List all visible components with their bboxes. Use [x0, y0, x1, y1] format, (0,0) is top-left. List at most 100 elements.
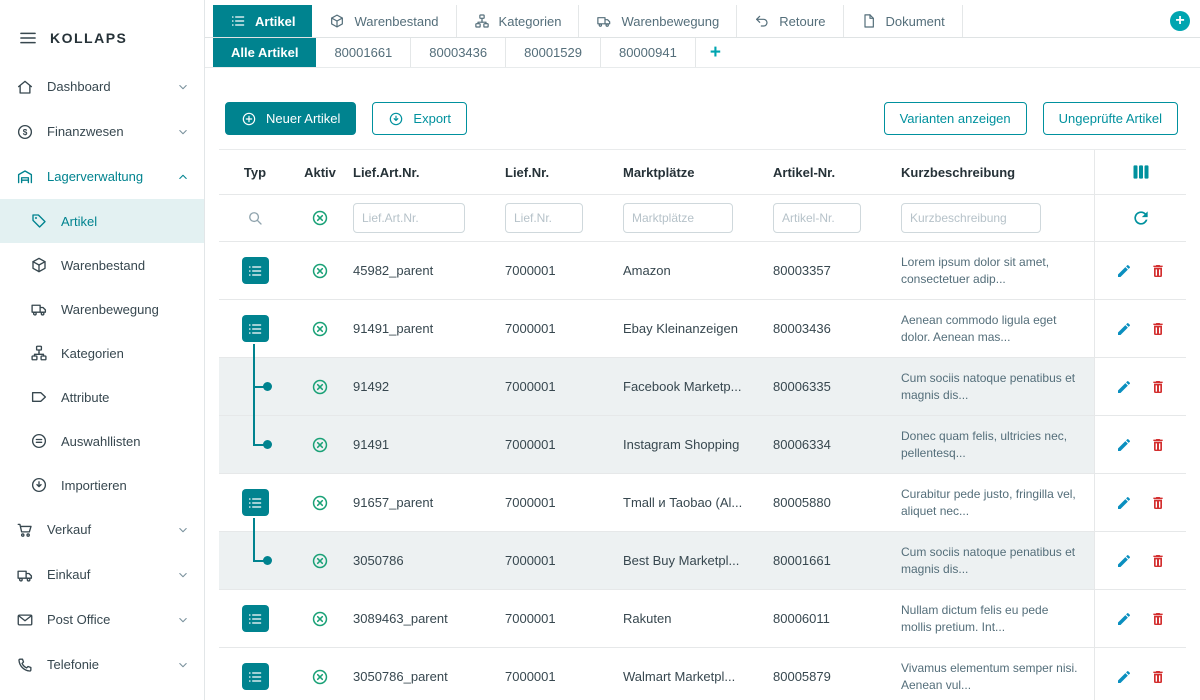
article-type-icon[interactable] [242, 315, 269, 342]
subtab-article[interactable]: 80003436 [411, 38, 506, 67]
sidebar-item-label: Dashboard [47, 79, 111, 94]
kurzbeschreibung-cell: Lorem ipsum dolor sit amet, consectetuer… [897, 246, 1094, 296]
delete-icon[interactable] [1150, 495, 1166, 511]
tab-warenbewegung[interactable]: Warenbewegung [579, 5, 737, 37]
new-article-button[interactable]: Neuer Artikel [225, 102, 356, 135]
export-button[interactable]: Export [372, 102, 467, 135]
sidebar-item-lagerverwaltung[interactable]: Lagerverwaltung [0, 154, 204, 199]
kurzbeschreibung-cell: Curabitur pede justo, fringilla vel, ali… [897, 478, 1094, 528]
marktplatz-cell: Instagram Shopping [619, 437, 769, 452]
filter-artikel-nr-input[interactable] [773, 203, 861, 233]
edit-icon[interactable] [1116, 321, 1132, 337]
sidebar-item-post-office[interactable]: Post Office [0, 597, 204, 642]
sidebar-item-label: Einkauf [47, 567, 90, 582]
sidebar-item-importieren[interactable]: Importieren [0, 463, 204, 507]
sidebar-item-warenbewegung[interactable]: Warenbewegung [0, 287, 204, 331]
tab-artikel[interactable]: Artikel [213, 5, 312, 37]
edit-icon[interactable] [1116, 611, 1132, 627]
header-marktplaetze: Marktplätze [619, 165, 769, 180]
refresh-icon[interactable] [1131, 208, 1151, 228]
sidebar-item-telefonie[interactable]: Telefonie [0, 642, 204, 687]
tree-connector [253, 415, 255, 445]
sidebar-item-label: Warenbestand [61, 258, 145, 273]
add-subtab-icon[interactable]: + [696, 38, 735, 67]
table-row[interactable]: 91492 7000001 Facebook Marketp... 800063… [219, 358, 1186, 416]
table-row[interactable]: 3089463_parent 7000001 Rakuten 80006011 … [219, 590, 1186, 648]
artikel-nr-cell: 80006335 [769, 379, 897, 394]
tab-kategorien[interactable]: Kategorien [457, 5, 580, 37]
sidebar-item-finanzwesen[interactable]: Finanzwesen [0, 109, 204, 154]
filter-kurzbeschreibung-input[interactable] [901, 203, 1041, 233]
subtab-article[interactable]: 80001529 [506, 38, 601, 67]
chevron-down-icon [176, 613, 190, 627]
article-type-icon[interactable] [242, 257, 269, 284]
edit-icon[interactable] [1116, 379, 1132, 395]
sidebar-item-warenbestand[interactable]: Warenbestand [0, 243, 204, 287]
export-icon [388, 111, 404, 127]
search-icon[interactable] [246, 209, 264, 227]
tab-dokument[interactable]: Dokument [844, 5, 963, 37]
subtab-alle-artikel[interactable]: Alle Artikel [213, 38, 316, 67]
lief-art-nr-cell: 3089463_parent [349, 611, 501, 626]
subtab-article[interactable]: 80000941 [601, 38, 696, 67]
toolbar-right: Varianten anzeigen Ungeprüfte Artikel [884, 102, 1178, 135]
active-filter-icon[interactable] [311, 209, 329, 227]
list-circle-icon [30, 432, 48, 450]
sidebar-item-attribute[interactable]: Attribute [0, 375, 204, 419]
app-window: KOLLAPS Dashboard Finanzwesen Lagerverwa… [0, 0, 1200, 700]
tab-warenbestand[interactable]: Warenbestand [312, 5, 456, 37]
sidebar-item-kategorien[interactable]: Kategorien [0, 331, 204, 375]
subtab-article[interactable]: 80001661 [316, 38, 411, 67]
table-row[interactable]: 45982_parent 7000001 Amazon 80003357 Lor… [219, 242, 1186, 300]
edit-icon[interactable] [1116, 553, 1132, 569]
marktplatz-cell: Rakuten [619, 611, 769, 626]
menu-icon[interactable] [18, 28, 38, 48]
delete-icon[interactable] [1150, 611, 1166, 627]
table-row[interactable]: 91491 7000001 Instagram Shopping 8000633… [219, 416, 1186, 474]
delete-icon[interactable] [1150, 437, 1166, 453]
show-variants-button[interactable]: Varianten anzeigen [884, 102, 1027, 135]
delete-icon[interactable] [1150, 553, 1166, 569]
tab-retoure[interactable]: Retoure [737, 5, 843, 37]
table-row[interactable]: 91657_parent 7000001 Tmall и Taobao (Al.… [219, 474, 1186, 532]
phone-icon [16, 656, 34, 674]
edit-icon[interactable] [1116, 495, 1132, 511]
active-status-icon [311, 436, 329, 454]
unverified-articles-button[interactable]: Ungeprüfte Artikel [1043, 102, 1178, 135]
sidebar-item-auswahllisten[interactable]: Auswahllisten [0, 419, 204, 463]
article-tab-bar: Alle Artikel 80001661 80003436 80001529 … [205, 38, 1200, 68]
filter-lief-art-nr-input[interactable] [353, 203, 465, 233]
artikel-nr-cell: 80001661 [769, 553, 897, 568]
edit-icon[interactable] [1116, 669, 1132, 685]
add-tab-icon[interactable]: + [1170, 11, 1190, 31]
filter-lief-nr-input[interactable] [505, 203, 583, 233]
filter-marktplaetze-input[interactable] [623, 203, 733, 233]
article-type-icon[interactable] [242, 663, 269, 690]
columns-icon[interactable] [1131, 162, 1151, 182]
tab-label: Warenbestand [354, 14, 438, 29]
sidebar-item-verkauf[interactable]: Verkauf [0, 507, 204, 552]
lief-nr-cell: 7000001 [501, 495, 619, 510]
sidebar-item-label: Finanzwesen [47, 124, 124, 139]
tree-connector [253, 531, 255, 561]
delete-icon[interactable] [1150, 263, 1166, 279]
edit-icon[interactable] [1116, 437, 1132, 453]
sidebar-item-label: Auswahllisten [61, 434, 141, 449]
sidebar-item-einkauf[interactable]: Einkauf [0, 552, 204, 597]
article-type-icon[interactable] [242, 489, 269, 516]
artikel-nr-cell: 80003436 [769, 321, 897, 336]
article-type-icon[interactable] [242, 605, 269, 632]
sidebar-item-label: Verkauf [47, 522, 91, 537]
delete-icon[interactable] [1150, 669, 1166, 685]
lief-nr-cell: 7000001 [501, 321, 619, 336]
delete-icon[interactable] [1150, 321, 1166, 337]
sitemap-icon [30, 344, 48, 362]
edit-icon[interactable] [1116, 263, 1132, 279]
delete-icon[interactable] [1150, 379, 1166, 395]
sidebar-item-dashboard[interactable]: Dashboard [0, 64, 204, 109]
lief-nr-cell: 7000001 [501, 611, 619, 626]
sidebar-item-artikel[interactable]: Artikel [0, 199, 204, 243]
table-row[interactable]: 91491_parent 7000001 Ebay Kleinanzeigen … [219, 300, 1186, 358]
table-row[interactable]: 3050786_parent 7000001 Walmart Marketpl.… [219, 648, 1186, 700]
table-row[interactable]: 3050786 7000001 Best Buy Marketpl... 800… [219, 532, 1186, 590]
